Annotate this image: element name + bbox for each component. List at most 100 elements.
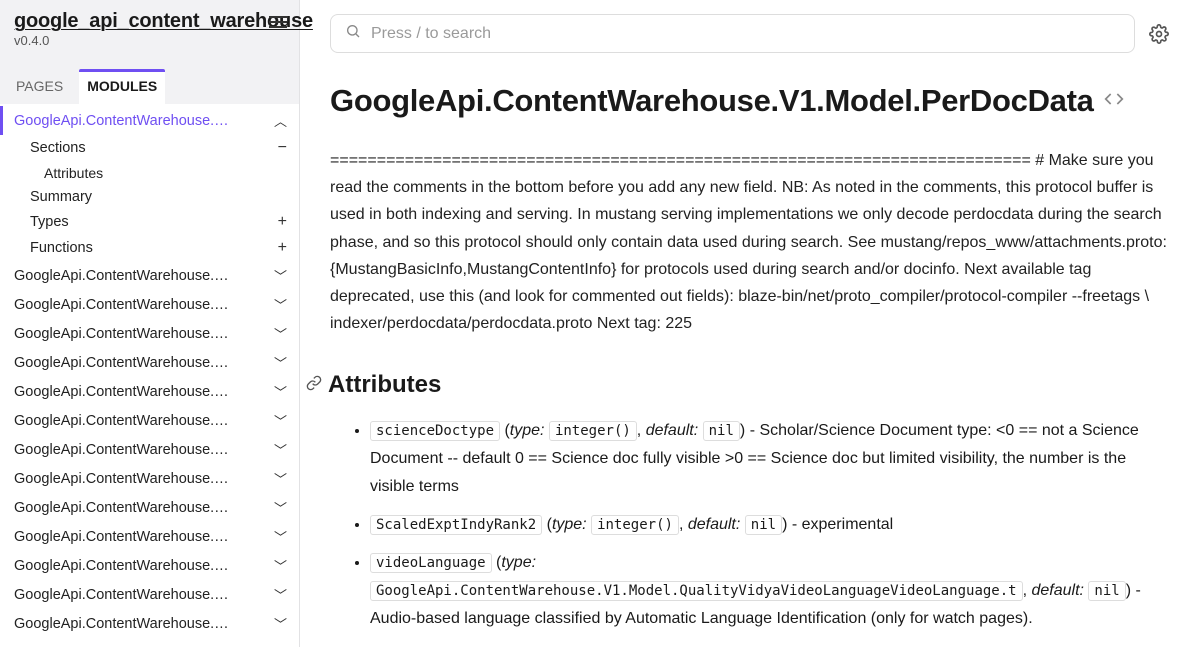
anchor-link-button[interactable] (306, 375, 322, 396)
settings-button[interactable] (1145, 20, 1173, 48)
chevron-down-icon[interactable]: ﹀ (274, 295, 287, 314)
page-title: GoogleApi.ContentWarehouse.V1.Model.PerD… (330, 83, 1094, 119)
attributes-heading: Attributes (328, 371, 441, 399)
attributes-list: scienceDoctype (type: integer(), default… (330, 417, 1173, 647)
chevron-down-icon[interactable]: ﹀ (274, 440, 287, 459)
link-icon (306, 375, 322, 391)
module-item-label: GoogleApi.ContentWarehouse.V... (14, 471, 234, 487)
attribute-item: videoLanguage (type: GoogleApi.ContentWa… (370, 549, 1173, 633)
module-item-label: GoogleApi.ContentWarehouse.V... (14, 326, 234, 342)
nav-types[interactable]: Types + (30, 209, 299, 235)
attribute-name: videoLanguage (370, 553, 492, 573)
nav-functions-label: Functions (30, 240, 93, 256)
plus-icon[interactable]: + (278, 239, 287, 257)
attribute-name: ScaledExptIndyRank2 (370, 515, 542, 535)
attribute-default: nil (1088, 581, 1125, 601)
search-input[interactable] (371, 25, 1120, 43)
attribute-item: ScaledExptIndyRank2 (type: integer(), de… (370, 511, 1173, 539)
chevron-down-icon[interactable]: ﹀ (274, 614, 287, 633)
module-item[interactable]: GoogleApi.ContentWarehouse.V... ﹀ (0, 551, 299, 580)
current-module-item[interactable]: GoogleApi.ContentWarehouse.V... ︿ (0, 106, 299, 135)
nav-attributes[interactable]: Attributes (44, 161, 299, 185)
title-row: GoogleApi.ContentWarehouse.V1.Model.PerD… (330, 83, 1173, 119)
module-item[interactable]: GoogleApi.ContentWarehouse.V... ﹀ (0, 290, 299, 319)
default-label: default: (646, 422, 698, 439)
sidebar-header: google_api_content_warehouse v0.4.0 (0, 0, 299, 54)
code-icon (1104, 89, 1124, 109)
module-item[interactable]: GoogleApi.ContentWarehouse.V... ﹀ (0, 580, 299, 609)
module-item-label: GoogleApi.ContentWarehouse.V... (14, 558, 234, 574)
module-item[interactable]: GoogleApi.ContentWarehouse.V... ﹀ (0, 464, 299, 493)
chevron-down-icon[interactable]: ﹀ (274, 411, 287, 430)
sidebar-tabs: PAGES MODULES (0, 54, 299, 104)
chevron-down-icon[interactable]: ﹀ (274, 266, 287, 285)
nav-summary-label: Summary (30, 189, 92, 205)
gear-icon (1149, 24, 1169, 44)
module-item[interactable]: GoogleApi.ContentWarehouse.V... ﹀ (0, 522, 299, 551)
module-description: ========================================… (330, 147, 1173, 337)
chevron-down-icon[interactable]: ﹀ (274, 324, 287, 343)
nav-sections-label: Sections (30, 140, 86, 156)
search-icon (345, 23, 361, 44)
chevron-down-icon[interactable]: ﹀ (274, 527, 287, 546)
attributes-heading-row: Attributes (330, 371, 1173, 399)
chevron-up-icon[interactable]: ︿ (274, 111, 287, 130)
nav-functions[interactable]: Functions + (30, 235, 299, 261)
attribute-item: scienceDoctype (type: integer(), default… (370, 417, 1173, 501)
module-item-label: GoogleApi.ContentWarehouse.V... (14, 442, 234, 458)
chevron-down-icon[interactable]: ﹀ (274, 498, 287, 517)
type-label: type: (552, 516, 587, 533)
view-source-button[interactable] (1104, 89, 1124, 114)
plus-icon[interactable]: + (278, 213, 287, 231)
module-item[interactable]: GoogleApi.ContentWarehouse.V... ﹀ (0, 319, 299, 348)
chevron-down-icon[interactable]: ﹀ (274, 585, 287, 604)
default-label: default: (688, 516, 740, 533)
main-content: GoogleApi.ContentWarehouse.V1.Model.PerD… (300, 0, 1203, 647)
type-label: type: (510, 422, 545, 439)
sidebar-nav: GoogleApi.ContentWarehouse.V... ︿ Sectio… (0, 104, 299, 647)
attribute-name: scienceDoctype (370, 421, 500, 441)
nav-sections[interactable]: Sections − (30, 135, 299, 161)
menu-icon[interactable] (269, 16, 287, 28)
other-modules-list: GoogleApi.ContentWarehouse.V...﹀GoogleAp… (0, 261, 299, 638)
search-row (330, 14, 1173, 53)
module-item-label: GoogleApi.ContentWarehouse.V... (14, 616, 234, 632)
chevron-down-icon[interactable]: ﹀ (274, 469, 287, 488)
module-item[interactable]: GoogleApi.ContentWarehouse.V... ﹀ (0, 261, 299, 290)
attribute-type: integer() (549, 421, 637, 441)
module-item-label: GoogleApi.ContentWarehouse.V... (14, 297, 234, 313)
sidebar: google_api_content_warehouse v0.4.0 PAGE… (0, 0, 300, 647)
module-item-label: GoogleApi.ContentWarehouse.V... (14, 413, 234, 429)
attribute-default: nil (745, 515, 782, 535)
module-item-label: GoogleApi.ContentWarehouse.V... (14, 587, 234, 603)
module-item[interactable]: GoogleApi.ContentWarehouse.V... ﹀ (0, 406, 299, 435)
attribute-description: Audio-based language classified by Autom… (370, 610, 1033, 627)
search-box[interactable] (330, 14, 1135, 53)
module-item[interactable]: GoogleApi.ContentWarehouse.V... ﹀ (0, 493, 299, 522)
project-version: v0.4.0 (14, 33, 285, 48)
attribute-type: integer() (591, 515, 679, 535)
nav-summary[interactable]: Summary (30, 185, 299, 209)
nav-attributes-label: Attributes (44, 165, 103, 181)
module-item[interactable]: GoogleApi.ContentWarehouse.V... ﹀ (0, 435, 299, 464)
module-item-label: GoogleApi.ContentWarehouse.V... (14, 529, 234, 545)
module-item[interactable]: GoogleApi.ContentWarehouse.V... ﹀ (0, 348, 299, 377)
module-item-label: GoogleApi.ContentWarehouse.V... (14, 268, 234, 284)
chevron-down-icon[interactable]: ﹀ (274, 382, 287, 401)
current-module-submenu: Sections − Attributes Summary Types + Fu… (0, 135, 299, 261)
module-item[interactable]: GoogleApi.ContentWarehouse.V... ﹀ (0, 609, 299, 638)
nav-types-label: Types (30, 214, 69, 230)
chevron-down-icon[interactable]: ﹀ (274, 556, 287, 575)
module-item-label: GoogleApi.ContentWarehouse.V... (14, 384, 234, 400)
module-item-label: GoogleApi.ContentWarehouse.V... (14, 355, 234, 371)
module-item-label: GoogleApi.ContentWarehouse.V... (14, 500, 234, 516)
current-module-label: GoogleApi.ContentWarehouse.V... (14, 113, 234, 129)
chevron-down-icon[interactable]: ﹀ (274, 353, 287, 372)
minus-icon[interactable]: − (278, 139, 287, 157)
module-item[interactable]: GoogleApi.ContentWarehouse.V... ﹀ (0, 377, 299, 406)
attribute-item: phildata (type: GoogleApi.ContentWarehou… (370, 643, 1173, 647)
attribute-description: experimental (802, 516, 894, 533)
tab-modules[interactable]: MODULES (79, 69, 165, 104)
project-name[interactable]: google_api_content_warehouse (14, 10, 285, 33)
tab-pages[interactable]: PAGES (14, 72, 65, 104)
